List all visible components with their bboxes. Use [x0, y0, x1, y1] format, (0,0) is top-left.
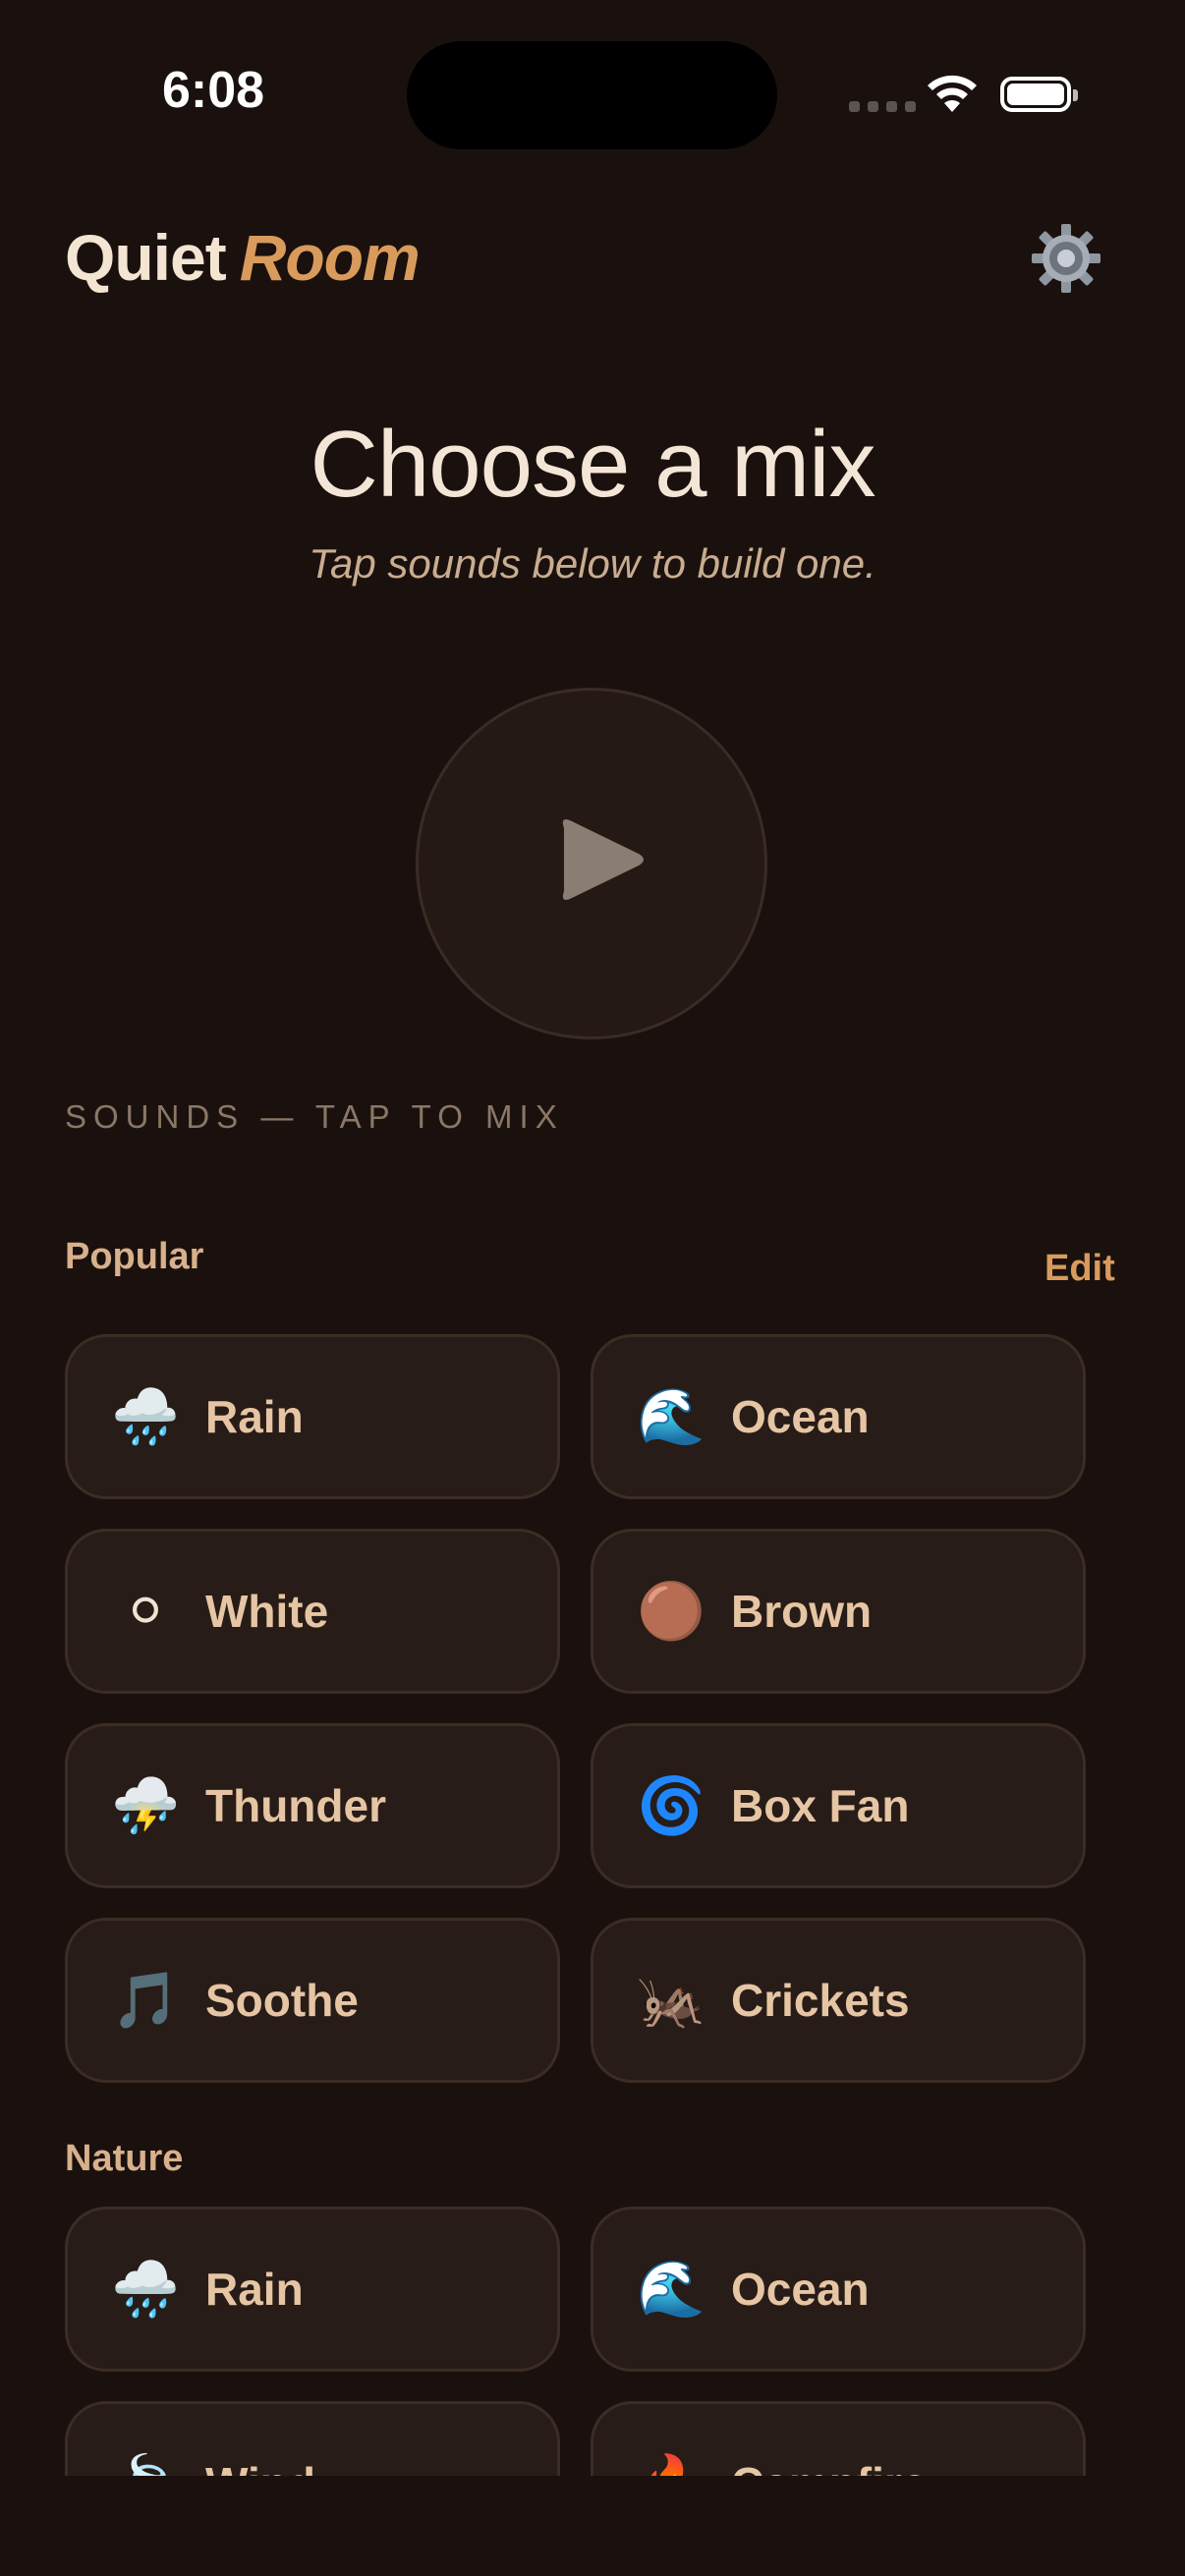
sound-tile-rain[interactable]: 🌧️ Rain — [65, 1334, 560, 1499]
leaf-wind-icon: 🍃 — [111, 2449, 180, 2477]
sound-tile-ocean[interactable]: 🌊 Ocean — [591, 1334, 1086, 1499]
group-title-popular: Popular — [65, 1236, 204, 1277]
cricket-icon: 🦗 — [637, 1969, 705, 2031]
brown-circle-icon: 🟤 — [637, 1580, 705, 1642]
sound-tile-brown[interactable]: 🟤 Brown — [591, 1529, 1086, 1694]
sound-label: Brown — [731, 1586, 873, 1637]
sound-tile-rain[interactable]: 🌧️ Rain — [65, 2207, 560, 2372]
thunder-cloud-icon: ⛈️ — [111, 1774, 180, 1836]
sounds-scroll-area[interactable]: Popular Edit 🌧️ Rain 🌊 Ocean ⚪ White 🟤 B… — [0, 0, 1185, 2476]
sound-label: Soothe — [205, 1975, 359, 2026]
fire-icon: 🔥 — [637, 2449, 705, 2477]
rain-cloud-icon: 🌧️ — [111, 1385, 180, 1447]
sound-label: Box Fan — [731, 1780, 910, 1831]
sound-tile-wind[interactable]: 🍃 Wind — [65, 2401, 560, 2476]
sound-label: Rain — [205, 1391, 304, 1442]
group-title-nature: Nature — [65, 2138, 184, 2179]
sound-label: White — [205, 1586, 329, 1637]
sound-tile-thunder[interactable]: ⛈️ Thunder — [65, 1723, 560, 1888]
edit-button[interactable]: Edit — [1044, 1248, 1115, 1290]
sound-tile-campfire[interactable]: 🔥 Campfire — [591, 2401, 1086, 2476]
wave-icon: 🌊 — [637, 1385, 705, 1447]
sound-label: Wind — [205, 2457, 315, 2476]
sound-label: Rain — [205, 2264, 304, 2315]
cyclone-icon: 🌀 — [637, 1774, 705, 1836]
white-circle-icon: ⚪ — [122, 1580, 169, 1642]
sound-tile-ocean[interactable]: 🌊 Ocean — [591, 2207, 1086, 2372]
sound-label: Campfire — [731, 2457, 927, 2476]
sound-label: Crickets — [731, 1975, 910, 2026]
sound-label: Thunder — [205, 1780, 386, 1831]
sound-tile-white[interactable]: ⚪ White — [65, 1529, 560, 1694]
music-note-icon: 🎵 — [111, 1969, 180, 2031]
sound-tile-crickets[interactable]: 🦗 Crickets — [591, 1918, 1086, 2083]
sound-tile-soothe[interactable]: 🎵 Soothe — [65, 1918, 560, 2083]
sound-label: Ocean — [731, 2264, 870, 2315]
wave-icon: 🌊 — [637, 2258, 705, 2320]
rain-cloud-icon: 🌧️ — [111, 2258, 180, 2320]
sound-label: Ocean — [731, 1391, 870, 1442]
sound-tile-box-fan[interactable]: 🌀 Box Fan — [591, 1723, 1086, 1888]
